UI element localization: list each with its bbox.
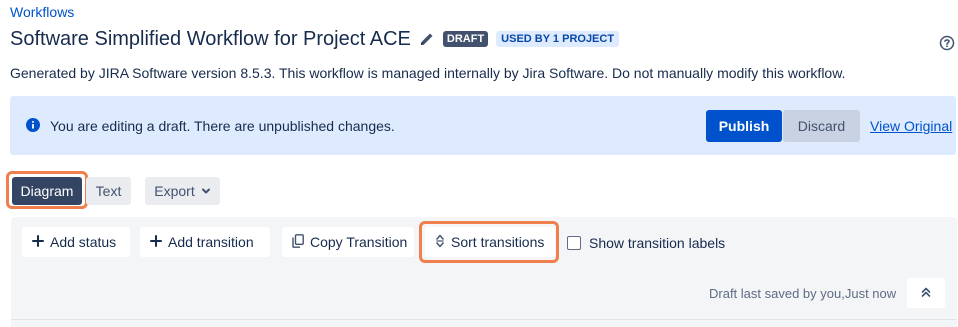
help-icon[interactable]	[939, 35, 955, 56]
add-transition-button[interactable]: Add transition	[140, 227, 270, 257]
banner-message: You are editing a draft. There are unpub…	[50, 118, 395, 134]
breadcrumb-workflows[interactable]: Workflows	[10, 4, 74, 20]
draft-saved-status: Draft last saved by you,Just now	[709, 286, 897, 301]
info-icon	[26, 118, 40, 137]
plus-icon	[32, 234, 44, 250]
view-original-link[interactable]: View Original	[870, 118, 952, 134]
publish-button[interactable]: Publish	[706, 110, 782, 142]
copy-transition-label: Copy Transition	[310, 234, 408, 250]
discard-button[interactable]: Discard	[783, 110, 860, 142]
sort-icon	[435, 234, 445, 251]
used-by-badge: USED BY 1 PROJECT	[496, 31, 620, 47]
chevron-down-icon	[201, 183, 211, 199]
copy-icon	[292, 233, 304, 251]
panel-divider	[11, 319, 957, 320]
collapse-button[interactable]	[907, 278, 945, 308]
add-transition-label: Add transition	[168, 234, 254, 250]
edit-icon[interactable]	[419, 31, 435, 47]
plus-icon	[150, 234, 162, 250]
copy-transition-button[interactable]: Copy Transition	[282, 227, 414, 257]
export-dropdown-button[interactable]: Export	[145, 177, 220, 205]
page-title: Software Simplified Workflow for Project…	[10, 27, 411, 50]
workflow-description: Generated by JIRA Software version 8.5.3…	[10, 65, 846, 81]
draft-badge: DRAFT	[442, 31, 489, 47]
show-transition-labels-toggle[interactable]: Show transition labels	[567, 235, 725, 251]
collapse-up-icon	[920, 286, 932, 301]
diagram-toolbar-panel: Add status Add transition Copy Transitio…	[11, 217, 957, 327]
sort-transitions-label: Sort transitions	[451, 234, 545, 250]
add-status-label: Add status	[50, 234, 117, 250]
draft-info-banner: You are editing a draft. There are unpub…	[10, 96, 956, 155]
title-row: Software Simplified Workflow for Project…	[10, 26, 620, 52]
tab-text[interactable]: Text	[86, 177, 131, 205]
add-status-button[interactable]: Add status	[22, 227, 130, 257]
show-labels-checkbox[interactable]	[567, 236, 581, 250]
sort-transitions-button[interactable]: Sort transitions	[425, 227, 555, 257]
show-labels-text: Show transition labels	[589, 235, 726, 251]
export-label: Export	[154, 183, 195, 199]
tab-diagram[interactable]: Diagram	[12, 177, 82, 205]
